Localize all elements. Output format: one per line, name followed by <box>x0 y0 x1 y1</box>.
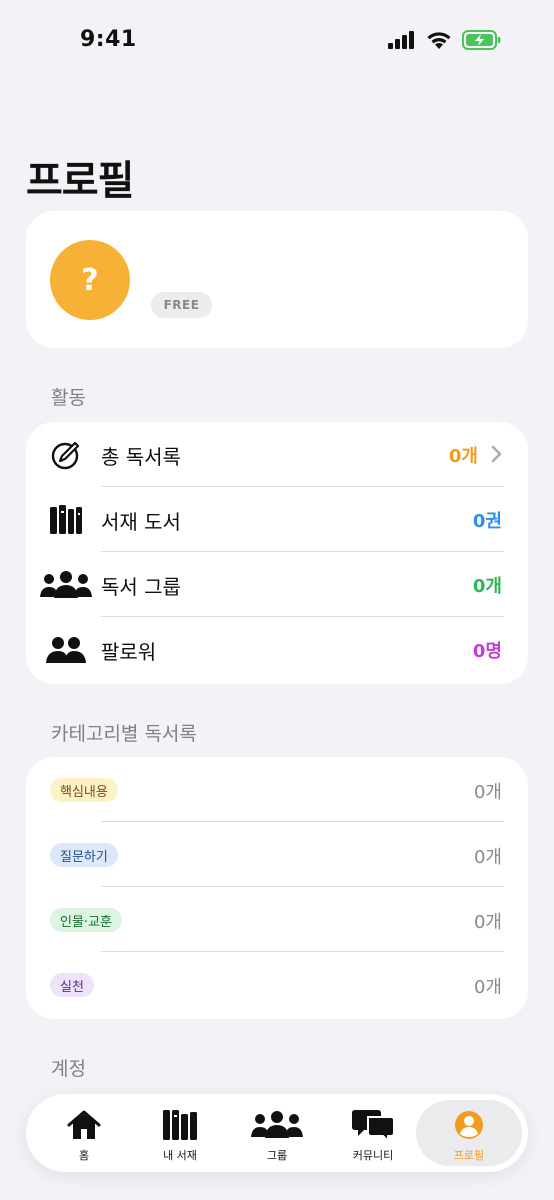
tab-library[interactable]: 내 서재 <box>130 1100 230 1166</box>
status-time: 9:41 <box>80 27 137 52</box>
activity-row-value: 0개 <box>448 446 478 467</box>
category-row[interactable]: 실천 0개 <box>26 952 528 1017</box>
category-count: 0개 <box>473 782 502 803</box>
signal-icon <box>388 31 414 49</box>
wifi-icon <box>427 31 451 49</box>
activity-row-library-books[interactable]: 서재 도서 0권 <box>26 487 528 552</box>
category-row[interactable]: 핵심내용 0개 <box>26 757 528 822</box>
category-count: 0개 <box>473 847 502 868</box>
plan-badge: FREE <box>151 292 212 318</box>
tab-label: 내 서재 <box>163 1149 197 1162</box>
profile-icon <box>454 1106 484 1144</box>
category-tag: 질문하기 <box>50 843 118 867</box>
tab-groups[interactable]: 그룹 <box>227 1100 327 1166</box>
profile-card[interactable]: ? FREE <box>26 211 528 348</box>
tab-label: 커뮤니티 <box>352 1149 394 1162</box>
activity-row-value: 0권 <box>472 511 502 532</box>
category-count: 0개 <box>473 912 502 933</box>
library-icon <box>162 1106 198 1144</box>
chevron-right-icon <box>491 445 502 463</box>
tab-home[interactable]: 홈 <box>34 1100 134 1166</box>
activity-card: 총 독서록 0개 서재 도서 0권 독서 그룹 0개 팔로워 0명 <box>26 422 528 684</box>
activity-row-value: 0명 <box>472 641 502 662</box>
section-label-categories: 카테고리별 독서록 <box>51 723 197 745</box>
status-icons <box>388 30 502 50</box>
group-icon <box>250 1106 304 1144</box>
section-label-account: 계정 <box>51 1058 86 1080</box>
avatar[interactable]: ? <box>50 240 130 320</box>
tab-label: 홈 <box>78 1149 90 1162</box>
tab-label: 그룹 <box>266 1149 288 1162</box>
page-title: 프로필 <box>26 158 134 204</box>
followers-icon <box>40 631 92 669</box>
activity-row-total-records[interactable]: 총 독서록 0개 <box>26 422 528 487</box>
tab-community[interactable]: 커뮤니티 <box>323 1100 423 1166</box>
category-row[interactable]: 질문하기 0개 <box>26 822 528 887</box>
category-tag: 인물·교훈 <box>50 908 122 932</box>
activity-row-followers[interactable]: 팔로워 0명 <box>26 617 528 682</box>
activity-row-label: 서재 도서 <box>101 510 181 534</box>
battery-charging-icon <box>462 30 501 50</box>
chat-bubbles-icon <box>352 1106 394 1144</box>
tab-profile[interactable]: 프로필 <box>416 1100 522 1166</box>
activity-row-value: 0개 <box>472 576 502 597</box>
tab-bar: 홈 내 서재 그룹 커뮤니티 프로필 <box>26 1094 528 1172</box>
category-row[interactable]: 인물·교훈 0개 <box>26 887 528 952</box>
activity-row-label: 팔로워 <box>101 640 157 664</box>
section-label-activity: 활동 <box>51 387 86 409</box>
activity-row-label: 총 독서록 <box>101 445 181 469</box>
category-tag: 실천 <box>50 973 94 997</box>
home-icon <box>67 1106 101 1144</box>
group-icon <box>40 566 92 604</box>
books-icon <box>40 501 92 539</box>
category-card: 핵심내용 0개 질문하기 0개 인물·교훈 0개 실천 0개 <box>26 757 528 1019</box>
pen-circle-icon <box>40 436 92 474</box>
category-count: 0개 <box>473 977 502 998</box>
activity-row-reading-groups[interactable]: 독서 그룹 0개 <box>26 552 528 617</box>
category-tag: 핵심내용 <box>50 778 118 802</box>
tab-label: 프로필 <box>453 1149 485 1162</box>
activity-row-label: 독서 그룹 <box>101 575 181 599</box>
status-bar: 9:41 <box>0 0 554 80</box>
